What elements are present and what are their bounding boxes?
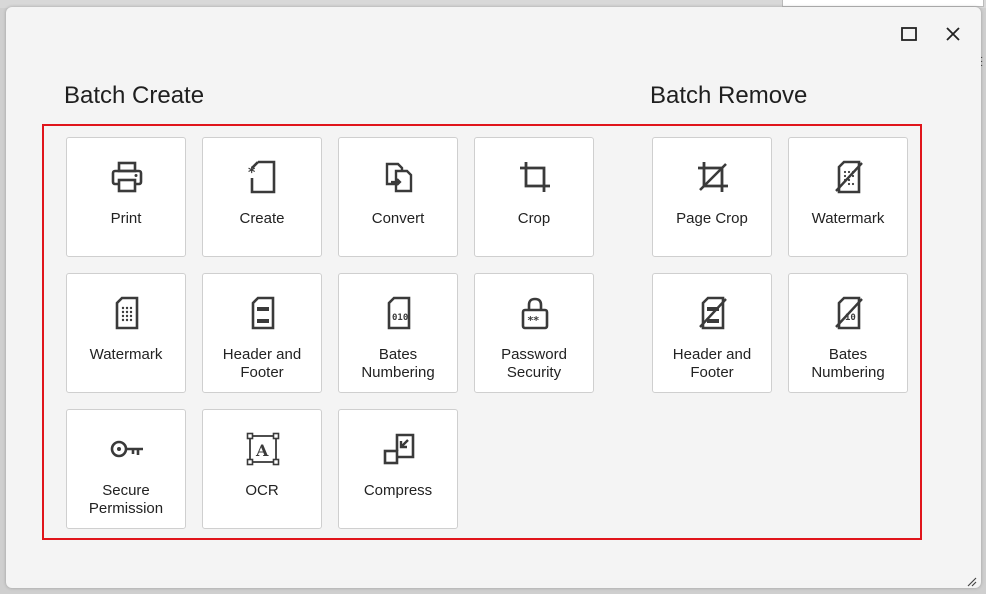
maximize-button[interactable] (896, 21, 922, 47)
compress-icon (381, 431, 417, 467)
close-icon (946, 27, 960, 41)
tile-label: Print (110, 210, 142, 227)
tile-remove-header-footer[interactable]: Header and Footer (652, 273, 772, 393)
remove-crop-icon (695, 159, 731, 195)
remove-watermark-icon (831, 159, 867, 195)
resize-grip-icon[interactable] (967, 574, 977, 587)
tile-remove-page-crop[interactable]: Page Crop (652, 137, 772, 257)
tile-crop[interactable]: Crop (474, 137, 594, 257)
tile-label: Secure Permission (88, 482, 164, 517)
svg-text:*: * (248, 165, 256, 181)
tile-create[interactable]: * Create (202, 137, 322, 257)
tile-label: Convert (371, 210, 425, 227)
tile-label: OCR (245, 482, 279, 499)
header-footer-icon (245, 295, 281, 331)
tile-label: Crop (517, 210, 551, 227)
tile-label: Page Crop (676, 210, 748, 227)
tile-convert[interactable]: Convert (338, 137, 458, 257)
close-button[interactable] (940, 21, 966, 47)
tile-remove-bates-numbering[interactable]: 10 Bates Numbering (788, 273, 908, 393)
background-search-field (782, 0, 984, 7)
tile-label: Header and Footer (672, 346, 752, 381)
tile-ocr[interactable]: A OCR (202, 409, 322, 529)
crop-icon (517, 159, 553, 195)
svg-text:A: A (255, 441, 269, 460)
tile-header-footer[interactable]: Header and Footer (202, 273, 322, 393)
tile-bates-numbering[interactable]: 010 Bates Numbering (338, 273, 458, 393)
maximize-icon (901, 27, 917, 41)
watermark-icon (109, 295, 145, 331)
remove-bates-icon: 10 (831, 295, 867, 331)
tile-label: Password Security (501, 346, 567, 381)
batch-dialog: Batch Create Batch Remove Print * Create (6, 7, 981, 588)
tile-label: Compress (363, 482, 433, 499)
tile-label: Header and Footer (222, 346, 302, 381)
tile-label: Watermark (89, 346, 163, 363)
batch-create-title: Batch Create (64, 82, 205, 109)
bates-numbering-icon: 010 (381, 295, 417, 331)
convert-icon (381, 159, 417, 195)
svg-text:**: ** (528, 314, 540, 327)
tile-label: Bates Numbering (361, 346, 435, 381)
tile-label: Bates Numbering (811, 346, 885, 381)
key-icon (109, 431, 145, 467)
create-document-icon: * (245, 159, 281, 195)
printer-icon (109, 159, 145, 195)
tile-watermark[interactable]: Watermark (66, 273, 186, 393)
password-lock-icon: ** (517, 295, 553, 331)
tile-label: Create (239, 210, 285, 227)
tile-secure-permission[interactable]: Secure Permission (66, 409, 186, 529)
tile-remove-watermark[interactable]: Watermark (788, 137, 908, 257)
tile-compress[interactable]: Compress (338, 409, 458, 529)
batch-remove-title: Batch Remove (650, 82, 808, 109)
tile-label: Watermark (811, 210, 885, 227)
tile-password-security[interactable]: ** Password Security (474, 273, 594, 393)
remove-header-footer-icon (695, 295, 731, 331)
tile-print[interactable]: Print (66, 137, 186, 257)
ocr-icon: A (245, 431, 281, 467)
svg-text:010: 010 (392, 313, 408, 323)
